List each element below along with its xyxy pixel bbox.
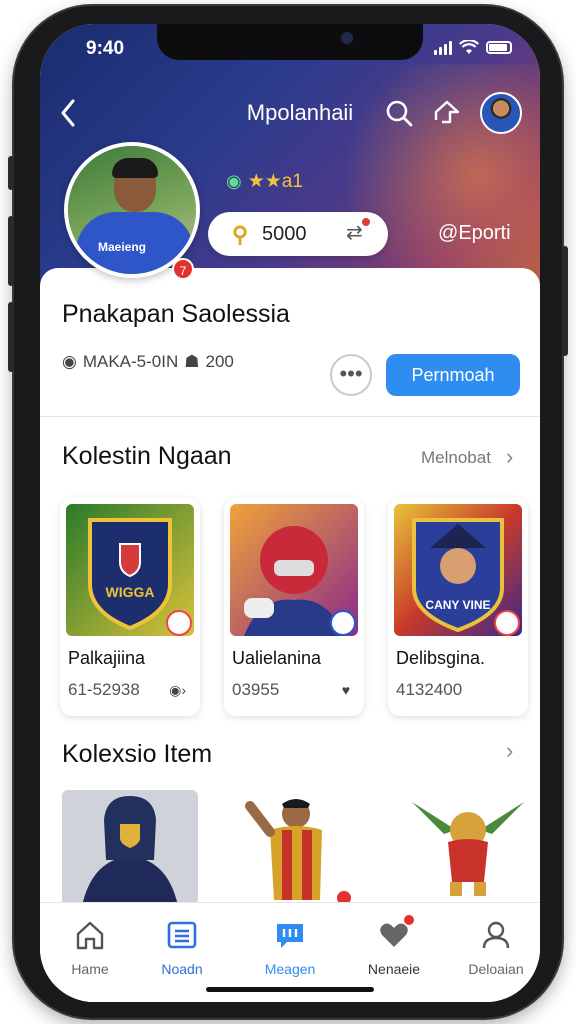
card-mini-badge [494, 610, 520, 636]
card-label: Ualielanina [232, 648, 322, 668]
exchange-icon: ⇄ [346, 222, 363, 244]
status-time: 9:40 [86, 38, 125, 59]
collection-card[interactable]: WIGGA Palkajiina 61-52938 ◉› [60, 498, 200, 716]
bottom-navigation: Hame Noadn Meagen Nenaeie Deloaian [40, 902, 540, 1002]
primary-action-button[interactable]: Pernmoah [386, 354, 520, 396]
items-title: Kolexsio Item [62, 740, 213, 768]
item-eagle-mascot[interactable] [400, 790, 536, 906]
camera-icon [341, 32, 353, 44]
card-value: 03955 [232, 680, 280, 699]
notch [157, 24, 423, 60]
nav-label-news: Noadn [161, 961, 203, 977]
coin-balance-pill[interactable]: ⚲ 5000 ⇄ [208, 212, 388, 256]
card-value: 4132400 [396, 680, 463, 699]
nav-item-notifications[interactable]: Nenaeie [344, 915, 444, 977]
card-mini-badge [166, 610, 192, 636]
volume-up-button [8, 216, 14, 286]
nav-item-home[interactable]: Hame [40, 915, 140, 977]
volume-down-button [8, 302, 14, 372]
top-bar: Mpolanhaii [40, 88, 540, 138]
card-label: Palkajiina [68, 648, 146, 668]
collection-card[interactable]: CANY VINE Delibsgina. 4132400 [388, 498, 528, 716]
heart-icon[interactable]: ♥ [342, 682, 350, 698]
search-button[interactable] [382, 96, 416, 130]
notification-dot [362, 218, 370, 226]
sport-link[interactable]: @Eporti [438, 222, 511, 245]
at-icon: @ [438, 222, 459, 244]
profile-meta: ◉ MAKA-5-0IN ☗ 200 [62, 352, 234, 372]
meta-text: MAKA-5-0IN [82, 352, 179, 371]
app-screen: 9:40 Mpolanhaii ◉ ★★a1 ⚲ 5000 ⇄ @Eporti … [40, 24, 540, 1002]
home-indicator[interactable] [206, 987, 374, 992]
view-icon[interactable]: ◉› [169, 682, 186, 699]
chevron-right-icon[interactable]: › [506, 738, 513, 764]
chevron-right-icon[interactable]: › [506, 444, 513, 470]
wifi-icon [459, 40, 479, 54]
chevron-left-icon [61, 99, 75, 127]
notification-dot [404, 915, 414, 925]
item-hooded-figure[interactable] [62, 790, 198, 906]
nav-label-home: Hame [71, 961, 109, 977]
status-icons [434, 40, 512, 55]
share-icon [434, 100, 460, 124]
card-label: Delibsgina. [396, 648, 486, 668]
collection-card[interactable]: Ualielanina 03955 ♥ [224, 498, 364, 716]
rating-text: ★★a1 [247, 171, 303, 192]
sport-label: Eporti [458, 222, 511, 244]
home-icon [76, 921, 104, 950]
nav-item-news[interactable]: Noadn [132, 915, 232, 977]
profile-name: Pnakapan Saolessia [62, 300, 290, 328]
card-art-title: WIGGA [105, 584, 155, 600]
card-art-title: CANY VINE [425, 598, 491, 612]
level-badge: 7 [172, 258, 194, 280]
rating-row: ◉ ★★a1 [226, 170, 303, 193]
collections-title: Kolestin Ngaan [62, 442, 232, 470]
coin-balance: 5000 [262, 223, 307, 245]
mute-switch [8, 156, 14, 190]
nav-label-profile: Deloaian [468, 961, 524, 977]
location-pin-icon: ◉ [226, 171, 242, 191]
battery-icon [486, 41, 512, 54]
jersey-text: Maeieng [98, 240, 147, 254]
share-button[interactable] [430, 96, 464, 130]
more-options-button[interactable]: ••• [330, 354, 372, 396]
gift-icon: ☗ [184, 352, 200, 371]
tag-icon: ◉ [62, 352, 77, 371]
user-icon [482, 921, 510, 949]
section-divider [40, 416, 540, 417]
nav-item-messages[interactable]: Meagen [240, 915, 340, 977]
coin-search-icon: ⚲ [232, 222, 249, 247]
nav-item-profile[interactable]: Deloaian [446, 915, 540, 977]
user-avatar[interactable] [480, 92, 522, 134]
signal-icon [434, 40, 452, 55]
nav-label-notifications: Nenaeie [367, 961, 421, 977]
nav-label-messages: Meagen [264, 961, 316, 977]
message-icon [277, 924, 303, 948]
page-title: Mpolanhaii [246, 100, 354, 125]
meta-count: 200 [205, 352, 234, 371]
power-button [562, 246, 568, 356]
search-icon [386, 100, 413, 127]
news-icon [167, 921, 197, 949]
card-value: 61-52938 [68, 680, 140, 699]
back-button[interactable] [52, 94, 84, 130]
card-mini-badge [330, 610, 356, 636]
item-player-figure[interactable] [236, 790, 372, 906]
collections-see-more[interactable]: Melnobat [421, 448, 491, 468]
